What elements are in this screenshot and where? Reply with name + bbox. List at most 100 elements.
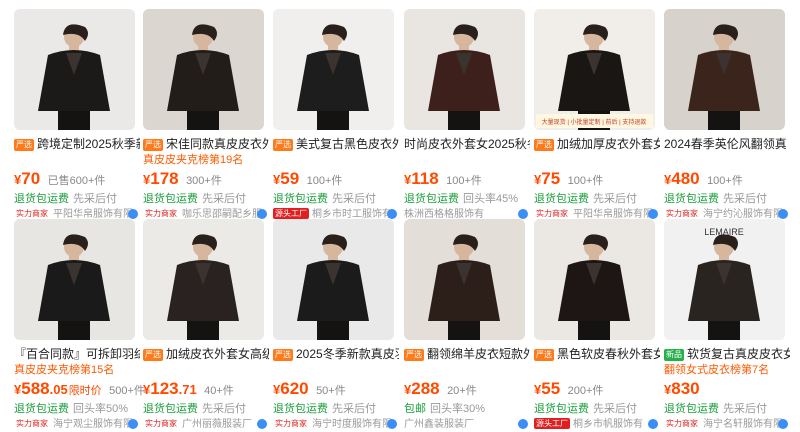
service-row: 退货包运费 先采后付 [534,192,637,206]
shop-row[interactable]: 源头工厂 桐乡市帆服饰有 [534,418,660,432]
service-row: 退货包运费 先采后付 [273,192,376,206]
info-dot-icon[interactable] [257,209,267,219]
info-dot-icon[interactable] [778,419,788,429]
product-card[interactable]: 时尚皮衣外套女2025秋冬加 ¥118 100+件 退货包运费回头率45% 株洲… [404,9,530,220]
product-tag: 严选 [534,349,554,361]
product-image[interactable] [14,219,135,340]
service-label: 退货包运费 [273,403,328,415]
product-image[interactable] [143,9,264,130]
product-title[interactable]: 2024春季英伦风翻领真 [664,136,790,152]
limited-price-label: 限时价 [68,385,102,397]
product-title-text: 宋佳同款真皮皮衣外套 [166,137,269,151]
product-image[interactable] [664,9,785,130]
promo-label: 大量现货 | 小批量定制 | 前后 | 支持退款 [542,118,647,126]
product-title[interactable]: 严选宋佳同款真皮皮衣外套 [143,136,269,152]
service-label-secondary: 回头率45% [463,193,519,205]
shop-name[interactable]: 广州丽薇服装厂 [182,419,252,430]
price: 75 [541,169,561,188]
shop-badge: 实力商家 [275,419,307,428]
product-title[interactable]: 严选2025冬季新款真皮羽绒 [273,346,399,362]
info-dot-icon[interactable] [387,419,397,429]
product-card[interactable]: 大量现货 | 小批量定制 | 前后 | 支持退款 严选加绒加厚皮衣外套女2025… [534,9,660,220]
price-row: ¥123.71 40+件 [143,379,234,399]
shop-badge: 实力商家 [666,419,698,428]
service-row: 退货包运费 先采后付 [143,402,246,416]
sold-count: 20+件 [447,385,477,397]
product-title[interactable]: 严选加绒皮衣外套女高级感 [143,346,269,362]
product-image[interactable] [534,219,655,340]
product-tag: 新品 [664,349,684,361]
service-row: 退货包运费 先采后付 [143,192,246,206]
shop-row[interactable]: 实力商家 海宁时度服饰有限 [273,418,399,432]
rank-label[interactable]: 真皮皮夹克榜第15名 [14,363,114,377]
product-image[interactable] [404,9,525,130]
product-card[interactable]: LEMAIRE 新品软货复古真皮皮衣女短 翻领女式皮衣榜第7名 ¥830 退货包… [664,219,790,430]
info-dot-icon[interactable] [648,209,658,219]
product-card[interactable]: 严选黑色软皮春秋外套女20 ¥55 200+件 退货包运费先采后付 源头工厂桐乡… [534,219,660,430]
shop-row[interactable]: 实力商家 广州丽薇服装厂 [143,418,269,432]
price: 288 [411,379,440,398]
product-tag: 严选 [14,139,34,151]
shop-badge: 源头工厂 [534,418,570,429]
product-card[interactable]: 严选宋佳同款真皮皮衣外套 真皮皮夹克榜第19名 ¥178 300+件 退货包运费… [143,9,269,220]
product-title[interactable]: 时尚皮衣外套女2025秋冬加 [404,136,530,152]
shop-row[interactable]: 实力商家 海宁名轩服饰有限 [664,418,790,432]
product-image[interactable] [14,9,135,130]
service-label: 退货包运费 [14,193,69,205]
info-dot-icon[interactable] [648,419,658,429]
product-title[interactable]: 严选 翻领绵羊皮衣短款外 [404,346,530,362]
product-card[interactable]: 严选加绒皮衣外套女高级感 ¥123.71 40+件 退货包运费先采后付 实力商家… [143,219,269,430]
info-dot-icon[interactable] [387,209,397,219]
price-row: ¥288 20+件 [404,379,477,399]
shop-name[interactable]: 海宁观尘服饰有限 [53,419,133,430]
product-image[interactable]: LEMAIRE [664,219,785,340]
service-label: 退货包运费 [534,193,589,205]
shop-row[interactable]: 广州鑫装服装厂 [404,418,530,432]
info-dot-icon[interactable] [518,419,528,429]
product-card[interactable]: 严选跨境定制2025秋季新款 ¥70 已售600+件 退货包运费先采后付 实力商… [14,9,140,220]
service-row: 退货包运费 先采后付 [664,192,767,206]
product-card[interactable]: 严选美式复古黑色皮衣外套 ¥59 100+件 退货包运费先采后付 源头工厂桐乡市… [273,9,399,220]
info-dot-icon[interactable] [128,209,138,219]
sold-count: 100+件 [446,175,482,187]
info-dot-icon[interactable] [778,209,788,219]
shop-badge: 实力商家 [536,209,568,218]
product-title[interactable]: 严选黑色软皮春秋外套女20 [534,346,660,362]
info-dot-icon[interactable] [257,419,267,429]
product-tag: 严选 [534,139,554,151]
service-label-secondary: 回头率30% [430,403,486,415]
service-label-secondary: 回头率50% [73,403,129,415]
product-title-text: 跨境定制2025秋季新款 [37,137,140,151]
product-card[interactable]: 严选2025冬季新款真皮羽绒 ¥620 50+件 退货包运费先采后付 实力商家海… [273,219,399,430]
price-row: ¥620 50+件 [273,379,346,399]
product-card[interactable]: 『百合同款』可拆卸羽绒内 真皮皮夹克榜第15名 ¥588.05限时价 500+件… [14,219,145,430]
shop-name[interactable]: 桐乡市帆服饰有 [573,419,643,430]
info-dot-icon[interactable] [518,209,528,219]
price: 480 [671,169,700,188]
shop-row[interactable]: 实力商家 海宁观尘服饰有限 [14,418,140,432]
product-title[interactable]: 严选加绒加厚皮衣外套女2025 [534,136,660,152]
product-image[interactable] [273,9,394,130]
shop-badge: 实力商家 [16,419,48,428]
product-card[interactable]: 2024春季英伦风翻领真 ¥480 100+件 退货包运费 先采后付 实力商家 海宁… [664,9,788,220]
product-title[interactable]: 严选跨境定制2025秋季新款 [14,136,140,152]
shop-name[interactable]: 海宁名轩服饰有限 [703,419,783,430]
shop-name[interactable]: 广州鑫装服装厂 [404,419,474,430]
product-image[interactable] [404,219,525,340]
price-row: ¥75 100+件 [534,169,603,189]
shop-name[interactable]: 海宁时度服饰有限 [312,419,392,430]
product-image[interactable] [143,219,264,340]
product-title[interactable]: 严选美式复古黑色皮衣外套 [273,136,399,152]
product-title[interactable]: 『百合同款』可拆卸羽绒内 [14,346,140,362]
rank-label[interactable]: 真皮皮夹克榜第19名 [143,153,243,167]
product-image[interactable] [273,219,394,340]
product-title[interactable]: 新品软货复古真皮皮衣女短 [664,346,790,362]
product-image[interactable]: 大量现货 | 小批量定制 | 前后 | 支持退款 [534,9,655,130]
service-label-secondary: 先采后付 [332,403,376,415]
sold-count: 300+件 [186,175,222,187]
info-dot-icon[interactable] [128,419,138,429]
rank-label[interactable]: 翻领女式皮衣榜第7名 [664,363,769,377]
product-card[interactable]: 严选 翻领绵羊皮衣短款外 ¥288 20+件 包邮 回头率30% 广州鑫装服装厂 [404,219,530,430]
product-title-text: 软货复古真皮皮衣女短 [687,347,790,361]
price-decimal: .71 [178,382,197,397]
